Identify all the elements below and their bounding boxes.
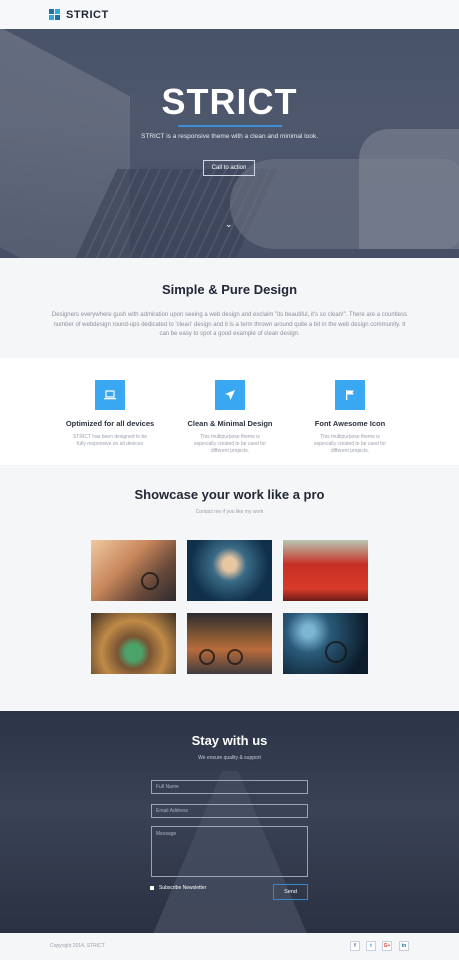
portfolio-image-bicycle-street[interactable]	[91, 540, 176, 601]
feature-title: Clean & Minimal Design	[187, 419, 273, 428]
contact-heading: Stay with us	[191, 733, 268, 748]
portfolio-section: Showcase your work like a pro Contact me…	[0, 465, 459, 711]
contact-section: Stay with us We ensure quality & support…	[0, 711, 459, 933]
logo-icon[interactable]	[49, 8, 61, 21]
subscribe-newsletter-checkbox[interactable]: Subscribe Newsletter	[150, 885, 206, 891]
send-button[interactable]: Send	[273, 884, 308, 900]
hero-title: STRICT	[161, 81, 298, 122]
feature-text: This multipurpose theme is especially cr…	[314, 434, 386, 454]
facebook-icon[interactable]: f	[350, 941, 360, 951]
portfolio-image-green-cup[interactable]	[91, 613, 176, 674]
intro-heading: Simple & Pure Design	[161, 282, 298, 297]
portfolio-image-bicycle-wall[interactable]	[187, 613, 272, 674]
flag-icon	[335, 380, 365, 410]
email-field[interactable]: Email Address	[151, 804, 308, 818]
feature-title: Font Awesome Icon	[314, 419, 386, 428]
portfolio-heading: Showcase your work like a pro	[134, 487, 325, 502]
portfolio-image-woman-glasses[interactable]	[187, 540, 272, 601]
features-section: Optimized for all devices STRICT has bee…	[0, 358, 459, 465]
feature-text: This multipurpose theme is especially cr…	[194, 434, 266, 454]
brand-name[interactable]: STRICT	[66, 9, 109, 21]
intro-section: Simple & Pure Design Designers everywher…	[0, 258, 459, 358]
portfolio-image-red-mugs[interactable]	[283, 540, 368, 601]
contact-subtitle: We ensure quality & support	[198, 755, 261, 761]
hero-divider	[178, 125, 282, 127]
portfolio-subtitle: Contact me if you like my work	[195, 509, 264, 515]
feature-card: Font Awesome Icon This multipurpose them…	[295, 380, 405, 455]
feature-text: STRICT has been designed to be fully res…	[72, 434, 148, 447]
subscribe-label: Subscribe Newsletter	[159, 885, 207, 891]
laptop-icon	[95, 380, 125, 410]
message-field[interactable]: Message	[151, 826, 308, 877]
chevron-down-icon[interactable]: ⌄	[225, 219, 233, 230]
linkedin-icon[interactable]: in	[399, 941, 409, 951]
feature-card: Clean & Minimal Design This multipurpose…	[175, 380, 285, 455]
intro-text: Designers everywhere gush with admiratio…	[51, 312, 408, 337]
hero-subtitle: STRICT is a responsive theme with a clea…	[141, 133, 318, 140]
feature-card: Optimized for all devices STRICT has bee…	[55, 380, 165, 448]
copyright-text: Copyright 2014, STRICT	[50, 943, 105, 949]
paper-plane-icon	[215, 380, 245, 410]
portfolio-image-bicycle-night[interactable]	[283, 613, 368, 674]
footer: Copyright 2014, STRICT f t G+ in	[0, 933, 459, 960]
call-to-action-button[interactable]: Call to action	[203, 160, 255, 176]
google-plus-icon[interactable]: G+	[382, 941, 392, 951]
twitter-icon[interactable]: t	[366, 941, 376, 951]
feature-title: Optimized for all devices	[65, 419, 155, 428]
hero-section: STRICT STRICT is a responsive theme with…	[0, 29, 459, 258]
top-navbar: STRICT	[0, 0, 459, 29]
full-name-field[interactable]: Full Name	[151, 780, 308, 794]
checkbox-icon[interactable]	[150, 886, 154, 890]
